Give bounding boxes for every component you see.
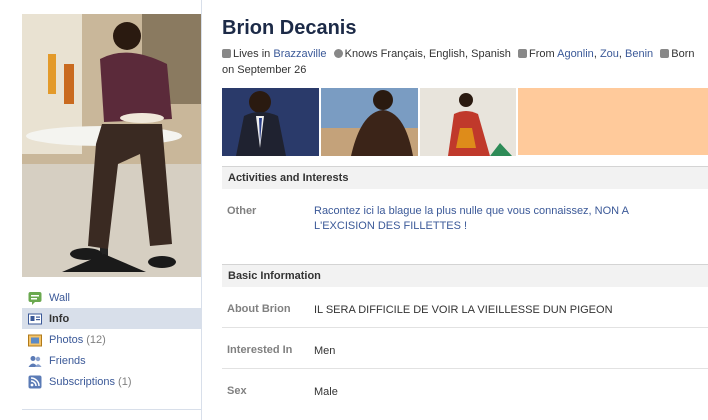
from-link-1[interactable]: Agonlin (557, 48, 594, 60)
nav-item-label: Subscriptions (49, 375, 116, 388)
lives-city-link[interactable]: Brazzaville (273, 48, 326, 60)
from-link-2[interactable]: Zou (600, 48, 619, 60)
other-value-link[interactable]: Racontez ici la blague la plus nulle que… (314, 204, 634, 234)
divider (22, 409, 201, 410)
nav-item-label: Friends (49, 354, 86, 367)
sex-label: Sex (227, 385, 247, 397)
lives-prefix: Lives in (233, 48, 271, 60)
house-icon (517, 49, 527, 58)
nav-item-photos[interactable]: Photos (12) (22, 329, 201, 350)
nav-item-info[interactable]: Info (22, 308, 201, 329)
nav-item-subscriptions[interactable]: Subscriptions (1) (22, 371, 201, 392)
sex-row: Sex Male (222, 369, 708, 411)
home-icon (222, 49, 231, 58)
basic-info-header: Basic Information (222, 264, 708, 287)
photo-thumbnail[interactable] (420, 88, 516, 156)
nav-item-friends[interactable]: Friends (22, 350, 201, 371)
side-navigation: Wall Info Photos (12) Friends Subscripti… (22, 287, 201, 392)
interested-value: Men (314, 345, 336, 357)
from-prefix: From (528, 48, 555, 60)
friends-icon (28, 354, 42, 368)
interested-label: Interested In (227, 344, 293, 356)
globe-icon (333, 49, 343, 58)
nav-item-wall[interactable]: Wall (22, 287, 201, 308)
profile-name[interactable]: Brion Decanis (222, 17, 356, 40)
photo-strip (222, 88, 708, 156)
nav-item-label: Photos (49, 333, 84, 346)
wall-icon (28, 291, 42, 305)
activities-other-row: Other Racontez ici la blague la plus nul… (222, 190, 708, 246)
languages: Knows Français, English, Spanish (344, 48, 511, 60)
from-link-3[interactable]: Benin (625, 48, 653, 60)
interested-row: Interested In Men (222, 328, 708, 369)
photo-placeholder[interactable] (518, 88, 708, 155)
about-label: About Brion (227, 303, 291, 315)
other-label: Other (227, 205, 257, 217)
sex-value: Male (314, 386, 338, 398)
photos-count: (12) (86, 333, 106, 346)
subscriptions-icon (28, 375, 42, 389)
about-row: About Brion IL SERA DIFFICILE DE VOIR LA… (222, 288, 708, 328)
subscriptions-count: (1) (118, 375, 132, 388)
activities-header: Activities and Interests (222, 166, 708, 189)
about-value: IL SERA DIFFICILE DE VOIR LA VIEILLESSE … (314, 304, 613, 316)
photos-icon (28, 333, 42, 347)
profile-picture[interactable] (22, 14, 201, 277)
photo-thumbnail[interactable] (321, 88, 418, 156)
nav-item-label: Wall (49, 291, 70, 304)
left-column: Wall Info Photos (12) Friends Subscripti… (0, 0, 202, 420)
info-icon (28, 312, 42, 326)
nav-item-label: Info (49, 312, 70, 325)
profile-summary: Lives in Brazzaville Knows Français, Eng… (222, 48, 695, 76)
photo-thumbnail[interactable] (222, 88, 319, 156)
calendar-icon (660, 49, 670, 58)
